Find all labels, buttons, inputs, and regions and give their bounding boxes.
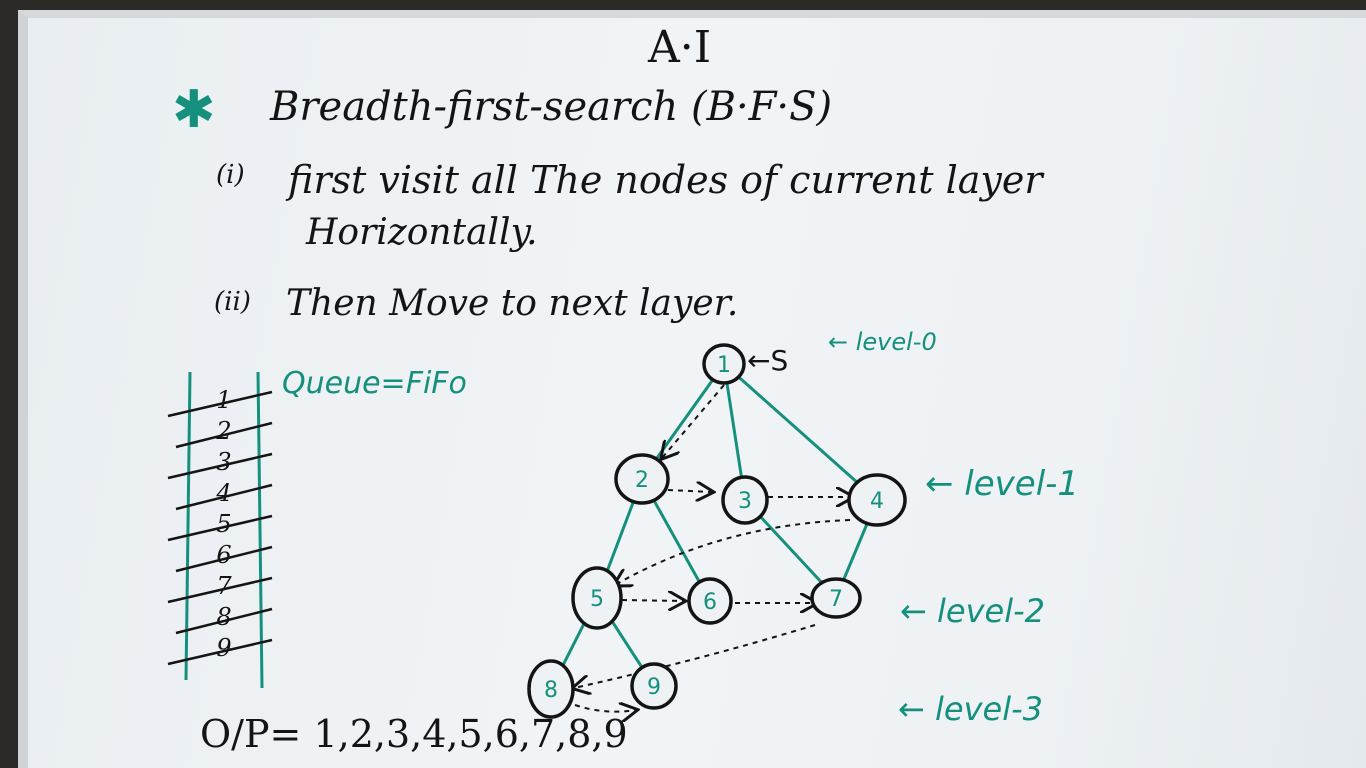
node-label: 3 (738, 489, 752, 514)
arrow-1-to-2 (662, 384, 725, 458)
queue-item-value: 9 (216, 634, 231, 662)
queue-item-value: 2 (215, 417, 231, 445)
node-label: 4 (870, 489, 884, 514)
queue-column: 1 2 3 4 5 6 7 8 9 (167, 371, 273, 689)
start-marker: ←S (747, 344, 788, 377)
queue-item: 9 (167, 634, 273, 666)
bfs-diagram: 1 2 3 4 5 6 7 8 9 ←S 1 2 3 4 5 6 7 8 9 (167, 343, 907, 768)
node-6: 6 (687, 577, 733, 625)
queue-item-value: 7 (216, 572, 232, 600)
tree-edges (549, 362, 879, 690)
node-9: 9 (630, 662, 678, 710)
node-label: 5 (590, 587, 604, 612)
queue-item: 1 (167, 386, 273, 418)
queue-item: 5 (167, 510, 273, 542)
node-label: 9 (647, 675, 661, 700)
node-label: 1 (717, 353, 731, 378)
queue-item-value: 5 (216, 510, 231, 538)
node-1: 1 (702, 343, 746, 385)
queue-item: 8 (175, 603, 273, 635)
queue-item-value: 1 (216, 386, 231, 414)
node-8: 8 (527, 659, 575, 719)
node-label: 7 (829, 587, 843, 612)
queue-item-value: 6 (216, 541, 231, 569)
node-3: 3 (721, 475, 769, 525)
tree-nodes: 1 2 3 4 5 6 7 8 9 (527, 343, 907, 719)
node-5: 5 (571, 566, 623, 630)
node-4: 4 (847, 473, 907, 527)
arrow-5-to-6 (621, 600, 684, 601)
arrow-8-to-9 (574, 705, 636, 712)
arrow-2-to-3 (667, 490, 712, 492)
arrow-7-to-8 (574, 624, 816, 688)
queue-item-value: 8 (216, 603, 231, 631)
queue-item: 4 (175, 479, 273, 511)
node-label: 2 (635, 468, 649, 493)
node-7: 7 (810, 577, 862, 619)
node-2: 2 (614, 453, 670, 505)
node-label: 6 (703, 590, 717, 615)
node-label: 8 (544, 678, 558, 703)
queue-item: 6 (175, 541, 273, 573)
queue-item: 3 (167, 448, 273, 480)
queue-item-value: 3 (216, 448, 231, 476)
queue-item-value: 4 (215, 479, 231, 507)
queue-item: 7 (167, 572, 273, 604)
